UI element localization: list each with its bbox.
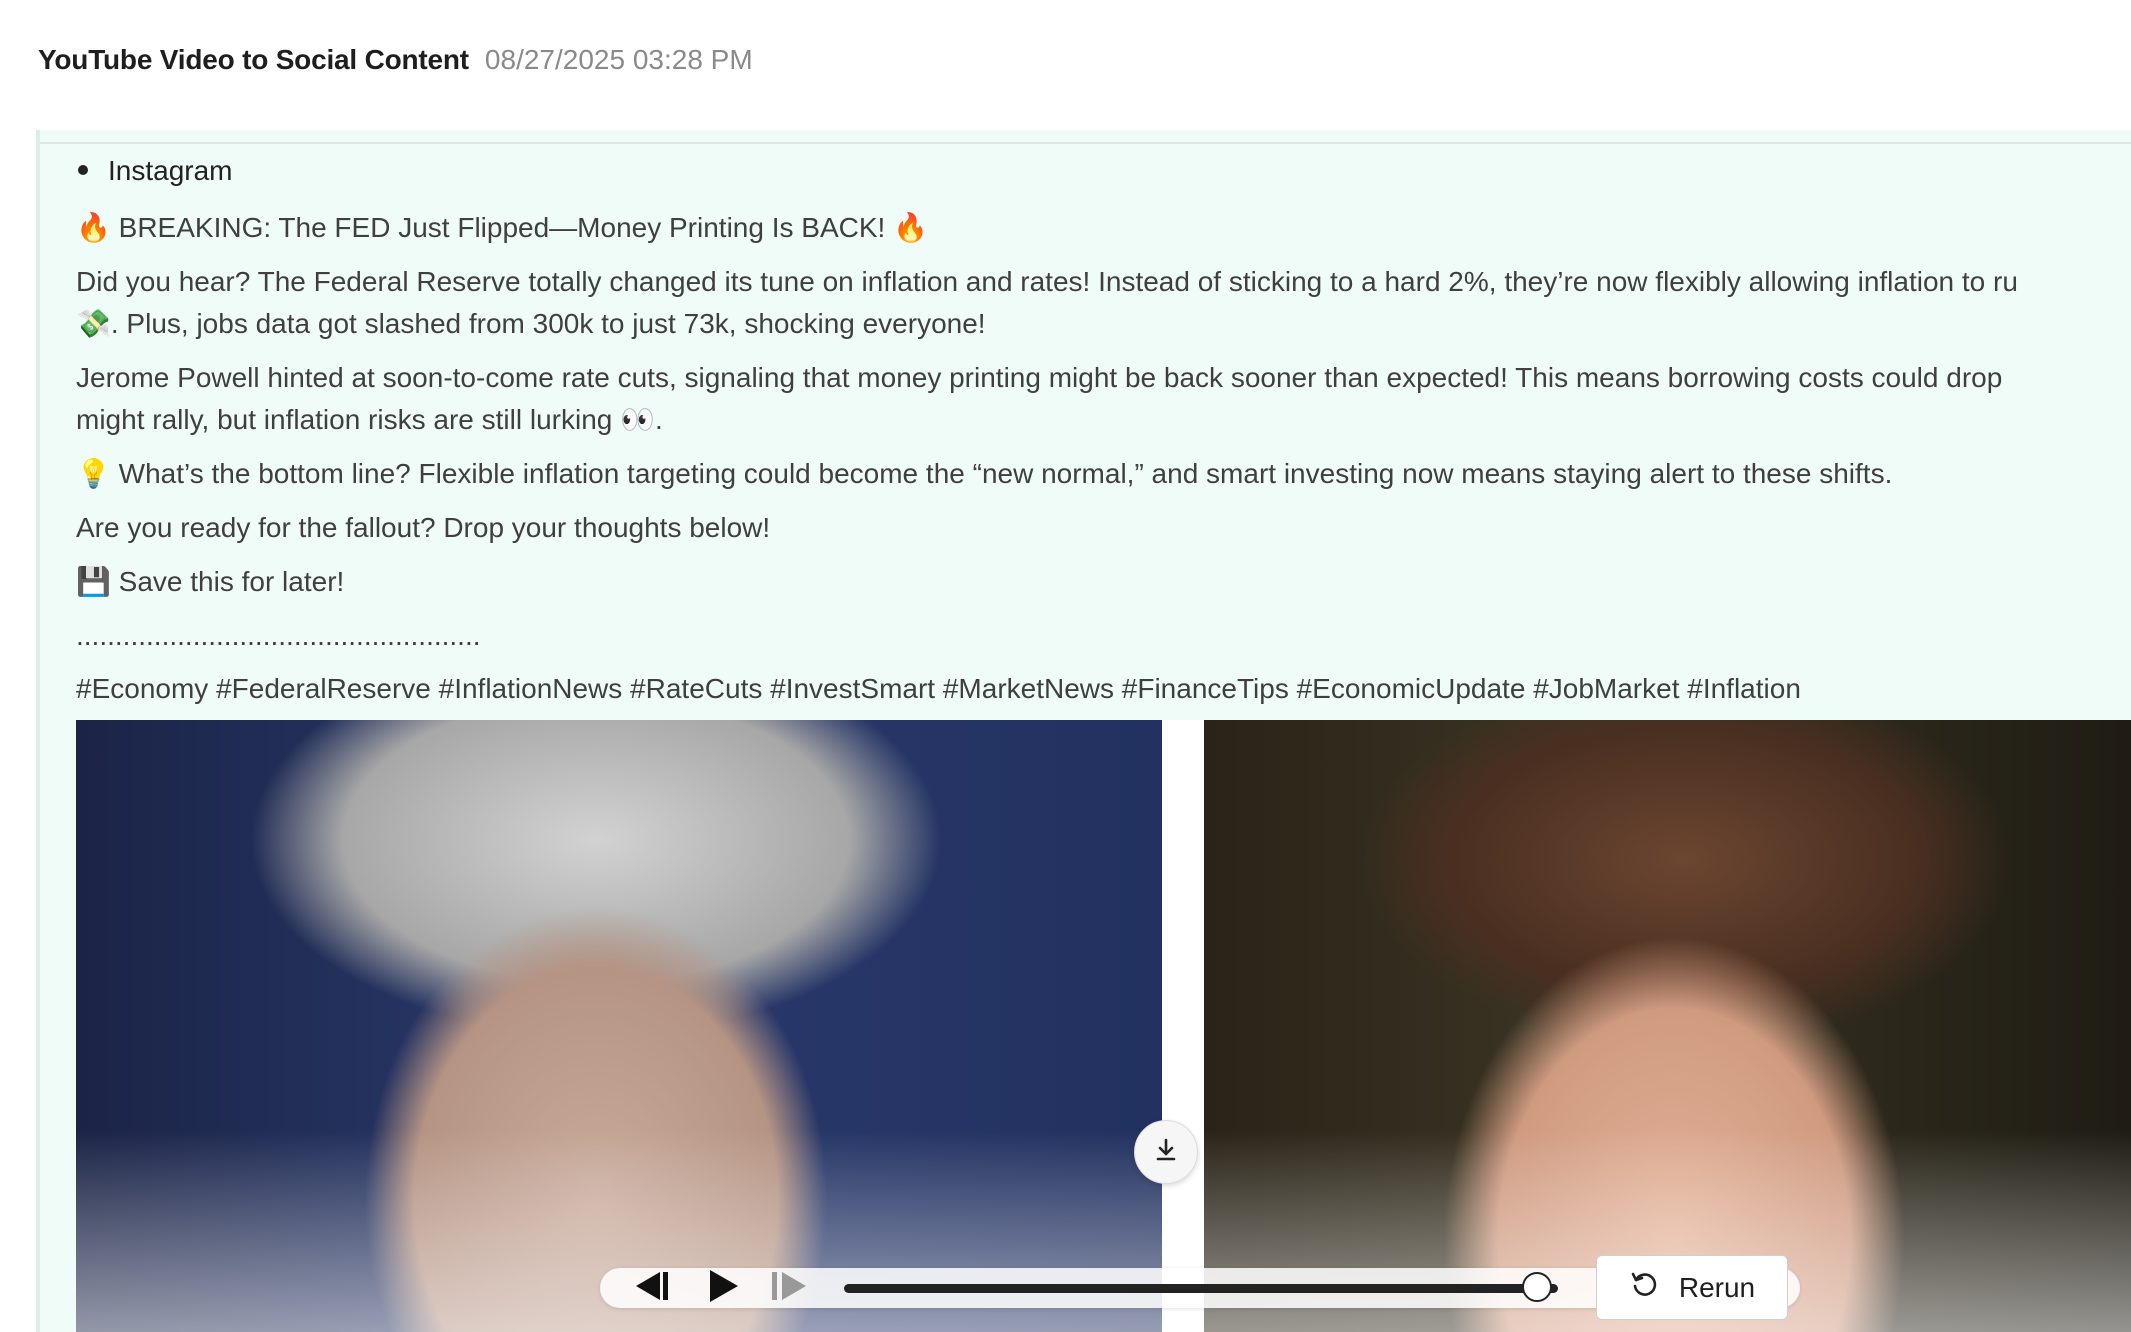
- separator-dots: ........................................…: [76, 620, 481, 651]
- download-icon: [1152, 1136, 1180, 1169]
- paragraph-2-line-2: might rally, but inflation risks are sti…: [76, 404, 663, 435]
- skip-forward-icon: [768, 1268, 812, 1309]
- play-icon: [702, 1266, 742, 1311]
- paragraph-3: 💡 What’s the bottom line? Flexible infla…: [76, 458, 1893, 489]
- bullet-icon: [78, 164, 88, 175]
- rerun-button[interactable]: Rerun: [1596, 1255, 1788, 1320]
- image-divider: [1162, 720, 1204, 1332]
- header: YouTube Video to Social Content 08/27/20…: [38, 44, 753, 84]
- paragraph-2-line-1: Jerome Powell hinted at soon-to-come rat…: [76, 362, 2003, 393]
- image-right[interactable]: [1204, 720, 2131, 1332]
- rerun-label: Rerun: [1678, 1271, 1756, 1303]
- post-headline: 🔥 BREAKING: The FED Just Flipped—Money P…: [76, 212, 928, 243]
- hashtags: #Economy #FederalReserve #InflationNews …: [76, 673, 1801, 704]
- app-title: YouTube Video to Social Content: [38, 44, 469, 75]
- paragraph-5: 💾 Save this for later!: [76, 566, 345, 597]
- timestamp: 08/27/2025 03:28 PM: [484, 44, 753, 75]
- skip-forward-button[interactable]: [768, 1268, 812, 1308]
- paragraph-1-line-1: Did you hear? The Federal Reserve totall…: [76, 266, 2018, 297]
- panel-divider: [40, 142, 2131, 144]
- download-button[interactable]: [1134, 1120, 1198, 1184]
- play-button[interactable]: [700, 1268, 744, 1308]
- progress-handle[interactable]: [1521, 1272, 1552, 1302]
- skip-back-button[interactable]: [630, 1268, 674, 1308]
- rerun-icon: [1629, 1269, 1659, 1306]
- progress-track[interactable]: [844, 1284, 1558, 1293]
- platform-list-item: Instagram: [76, 150, 233, 192]
- paragraph-4: Are you ready for the fallout? Drop your…: [76, 512, 771, 543]
- output-panel: Instagram 🔥 BREAKING: The FED Just Flipp…: [36, 130, 2131, 1332]
- paragraph-1-line-2: 💸. Plus, jobs data got slashed from 300k…: [76, 308, 986, 339]
- skip-back-icon: [630, 1268, 674, 1309]
- image-left[interactable]: [76, 720, 1162, 1332]
- image-gallery: [76, 720, 2131, 1332]
- platform-label: Instagram: [108, 155, 233, 186]
